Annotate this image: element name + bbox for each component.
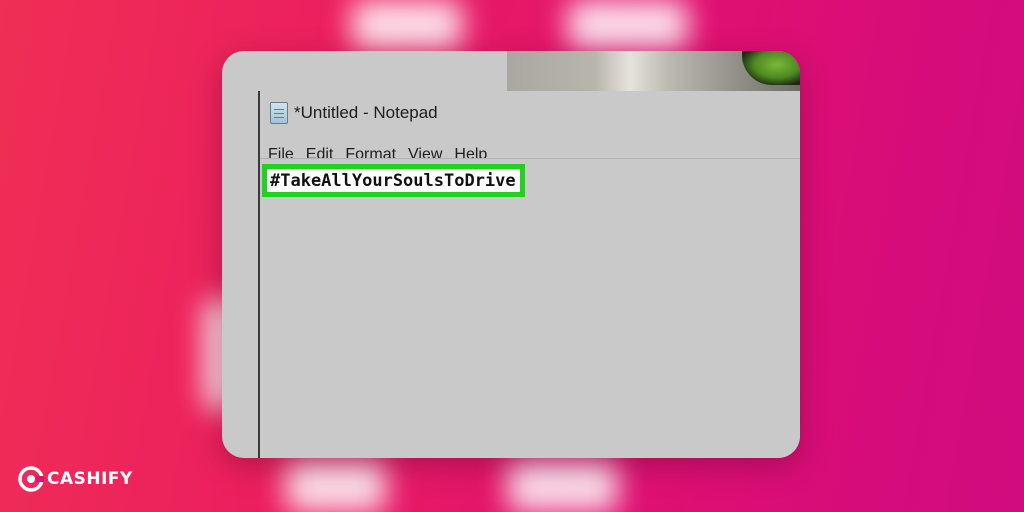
menu-help[interactable]: Help xyxy=(454,146,487,158)
menu-format[interactable]: Format xyxy=(345,146,396,158)
background-blur-blob xyxy=(508,458,618,512)
menu-file[interactable]: File xyxy=(268,146,294,158)
cashify-logo-icon xyxy=(18,466,44,492)
menu-bar: File Edit Format View Help xyxy=(260,135,800,159)
background-photo xyxy=(507,51,800,91)
notepad-window[interactable]: *Untitled - Notepad File Edit Format Vie… xyxy=(258,91,800,458)
background-blur-blob xyxy=(352,0,462,50)
notepad-icon xyxy=(270,102,288,124)
car-image xyxy=(742,51,800,85)
text-editor[interactable]: #TakeAllYourSoulsToDrive xyxy=(260,159,800,449)
menu-edit[interactable]: Edit xyxy=(306,146,334,158)
title-bar[interactable]: *Untitled - Notepad xyxy=(260,91,800,135)
window-title: *Untitled - Notepad xyxy=(294,103,438,122)
cashify-logo: CASHIFY xyxy=(18,466,133,492)
background-blur-blob xyxy=(568,0,688,50)
screenshot-frame: *Untitled - Notepad File Edit Format Vie… xyxy=(222,51,800,458)
logo-text: CASHIFY xyxy=(47,469,133,489)
background-blur-blob xyxy=(286,458,386,512)
highlighted-text[interactable]: #TakeAllYourSoulsToDrive xyxy=(262,164,525,197)
menu-view[interactable]: View xyxy=(408,146,442,158)
